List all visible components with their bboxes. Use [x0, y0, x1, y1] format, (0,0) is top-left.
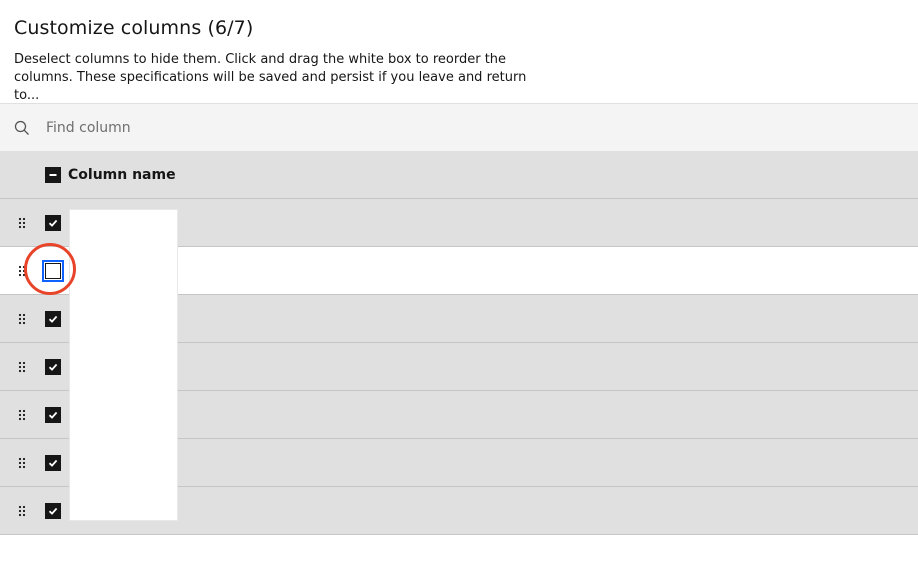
- checkmark-icon: [48, 507, 58, 515]
- checkmark-icon: [48, 411, 58, 419]
- drag-handle-icon[interactable]: [0, 361, 44, 373]
- row-checkbox[interactable]: [45, 502, 61, 519]
- drag-handle-icon[interactable]: [0, 265, 44, 277]
- column-name-drag-box[interactable]: [69, 209, 178, 521]
- checkmark-icon: [48, 219, 58, 227]
- row-checkbox[interactable]: [45, 214, 61, 231]
- drag-handle-icon[interactable]: [0, 409, 44, 421]
- customize-columns-modal: Customize columns (6/7) Deselect columns…: [0, 0, 918, 575]
- checkmark-icon: [48, 459, 58, 467]
- minus-icon: [49, 173, 57, 176]
- search-icon: [0, 120, 44, 136]
- modal-header: Customize columns (6/7) Deselect columns…: [0, 0, 918, 103]
- checkmark-icon: [48, 315, 58, 323]
- modal-title: Customize columns (6/7): [14, 17, 254, 39]
- drag-handle-icon[interactable]: [0, 313, 44, 325]
- row-checkbox[interactable]: [45, 358, 61, 375]
- search-bar: [0, 103, 918, 151]
- row-checkbox[interactable]: [45, 406, 61, 423]
- drag-handle-icon[interactable]: [0, 505, 44, 517]
- row-checkbox[interactable]: [45, 310, 61, 327]
- row-checkbox[interactable]: [45, 454, 61, 471]
- select-all-checkbox[interactable]: [45, 166, 61, 183]
- drag-handle-icon[interactable]: [0, 457, 44, 469]
- checkmark-icon: [48, 363, 58, 371]
- modal-description: Deselect columns to hide them. Click and…: [14, 52, 527, 103]
- row-checkbox[interactable]: [42, 259, 64, 282]
- column-name-header: Column name: [68, 166, 176, 183]
- search-input[interactable]: [46, 107, 846, 148]
- drag-handle-icon[interactable]: [0, 217, 44, 229]
- table-header-row: Column name: [0, 151, 918, 199]
